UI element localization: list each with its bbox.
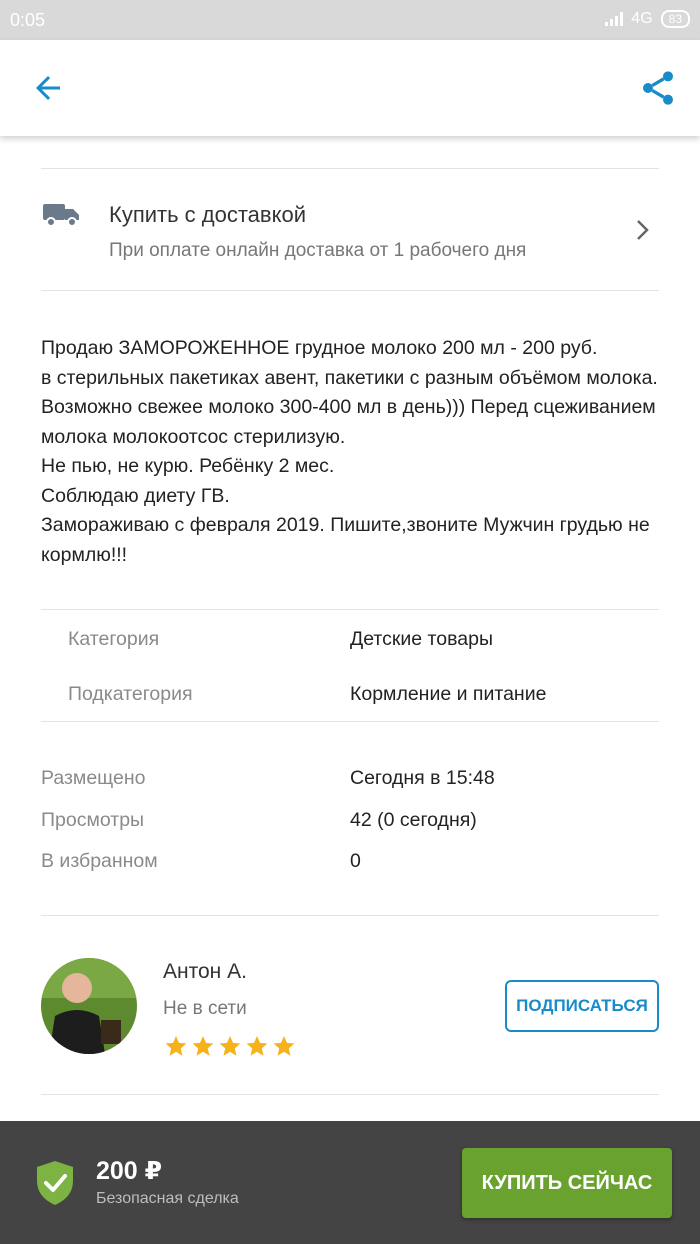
battery-icon: 83 (660, 10, 690, 28)
status-right: 4G 83 (605, 10, 690, 28)
divider (41, 721, 659, 722)
seller-rating (164, 1034, 296, 1058)
safe-deal-label: Безопасная сделка (96, 1190, 239, 1207)
posted-value: Сегодня в 15:48 (350, 767, 495, 789)
divider (41, 915, 659, 916)
truck-icon (43, 204, 79, 227)
seller-status: Не в сети (163, 998, 247, 1019)
status-time: 0:05 (10, 10, 46, 30)
star-icon (246, 1036, 268, 1056)
star-icon (273, 1036, 295, 1056)
status-bar: 0:05 4G 83 (0, 0, 700, 40)
divider (41, 609, 659, 610)
signal-icon (605, 12, 624, 26)
favorites-value: 0 (350, 850, 361, 872)
seller-card: Антон А. Не в сети ПОДПИСАТЬСЯ (41, 958, 659, 1078)
share-icon[interactable] (638, 68, 678, 108)
views-label: Просмотры (41, 809, 145, 831)
delivery-option[interactable]: Купить с доставкой При оплате онлайн дос… (41, 170, 659, 290)
favorites-label: В избранном (41, 850, 158, 872)
category-value: Детские товары (350, 628, 493, 650)
subcategory-value: Кормление и питание (350, 683, 547, 705)
divider (41, 168, 659, 169)
avatar[interactable] (41, 958, 137, 1054)
shield-check-icon (37, 1161, 73, 1205)
category-label: Категория (68, 628, 160, 650)
app-bar (0, 40, 700, 136)
arrow-left-icon[interactable] (30, 70, 66, 106)
divider (41, 1094, 659, 1095)
star-icon (219, 1036, 241, 1056)
star-icon (192, 1036, 214, 1056)
bottom-bar: 200 ₽ Безопасная сделка КУПИТЬ СЕЙЧАС (0, 1121, 700, 1244)
divider (41, 290, 659, 291)
views-value: 42 (0 сегодня) (350, 809, 477, 831)
star-icon (165, 1036, 187, 1056)
posted-label: Размещено (41, 767, 146, 789)
price: 200 ₽ (96, 1157, 163, 1185)
delivery-subtitle: При оплате онлайн доставка от 1 рабочего… (109, 240, 527, 261)
chevron-right-icon (637, 220, 649, 240)
subscribe-button[interactable]: ПОДПИСАТЬСЯ (505, 980, 659, 1032)
subcategory-label: Подкатегория (68, 683, 193, 705)
delivery-title: Купить с доставкой (109, 202, 307, 227)
network-type: 4G (631, 10, 653, 27)
buy-now-button[interactable]: КУПИТЬ СЕЙЧАС (462, 1148, 672, 1218)
ad-description: Продаю ЗАМОРОЖЕННОЕ грудное молоко 200 м… (41, 337, 658, 566)
seller-name[interactable]: Антон А. (163, 960, 247, 984)
